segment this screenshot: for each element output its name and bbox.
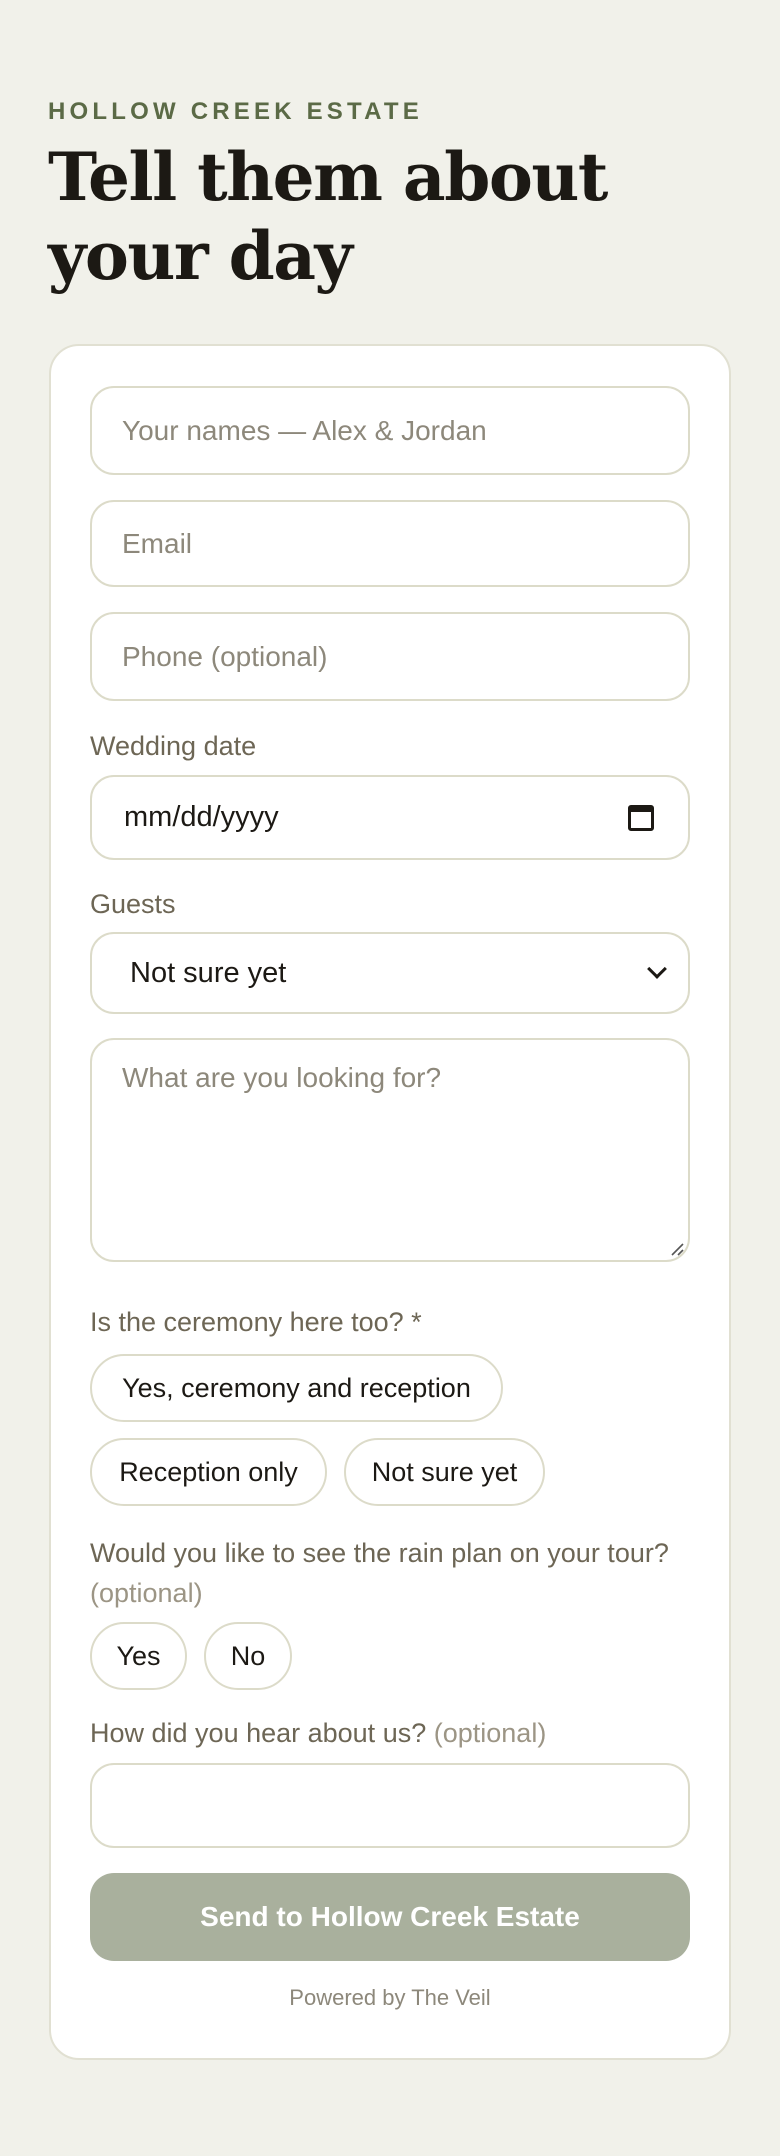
ceremony-option-reception-only[interactable]: Reception only [90, 1438, 327, 1506]
page-title: Tell them about your day [48, 138, 608, 295]
wedding-date-input[interactable]: mm/dd/yyyy [90, 775, 690, 860]
submit-button[interactable]: Send to Hollow Creek Estate [90, 1873, 690, 1961]
rain-plan-question-text: Would you like to see the rain plan on y… [90, 1538, 669, 1568]
email-placeholder: Email [122, 527, 193, 559]
calendar-icon[interactable] [628, 804, 654, 831]
guests-selected-value: Not sure yet [130, 956, 287, 989]
chevron-down-icon [647, 959, 667, 979]
referral-input[interactable] [90, 1763, 690, 1848]
guests-label: Guests [90, 889, 176, 919]
referral-optional-tag: (optional) [433, 1718, 547, 1748]
powered-by-link[interactable]: Powered by The Veil [90, 1985, 690, 2011]
message-textarea[interactable]: What are you looking for? [90, 1038, 690, 1262]
wedding-date-value: mm/dd/yyyy [124, 801, 279, 833]
message-placeholder: What are you looking for? [122, 1062, 442, 1093]
ceremony-question-label: Is the ceremony here too? * [90, 1307, 422, 1337]
email-input[interactable]: Email [90, 500, 690, 587]
rain-plan-option-yes[interactable]: Yes [90, 1622, 187, 1690]
wedding-date-label: Wedding date [90, 731, 257, 761]
venue-eyebrow: HOLLOW CREEK ESTATE [48, 98, 423, 125]
names-input[interactable]: Your names — Alex & Jordan [90, 386, 690, 475]
ceremony-option-not-sure[interactable]: Not sure yet [344, 1438, 545, 1506]
names-placeholder: Your names — Alex & Jordan [122, 414, 487, 446]
phone-input[interactable]: Phone (optional) [90, 612, 690, 701]
referral-question-label: How did you hear about us? (optional) [90, 1718, 546, 1749]
guests-select[interactable]: Not sure yet [90, 932, 690, 1014]
ceremony-option-both[interactable]: Yes, ceremony and reception [90, 1354, 503, 1422]
resize-handle-icon[interactable] [670, 1242, 684, 1256]
rain-plan-optional-tag: (optional) [90, 1578, 203, 1608]
phone-placeholder: Phone (optional) [122, 640, 328, 672]
rain-plan-option-no[interactable]: No [204, 1622, 292, 1690]
referral-question-text: How did you hear about us? [90, 1718, 427, 1748]
rain-plan-question-label: Would you like to see the rain plan on y… [90, 1533, 690, 1613]
